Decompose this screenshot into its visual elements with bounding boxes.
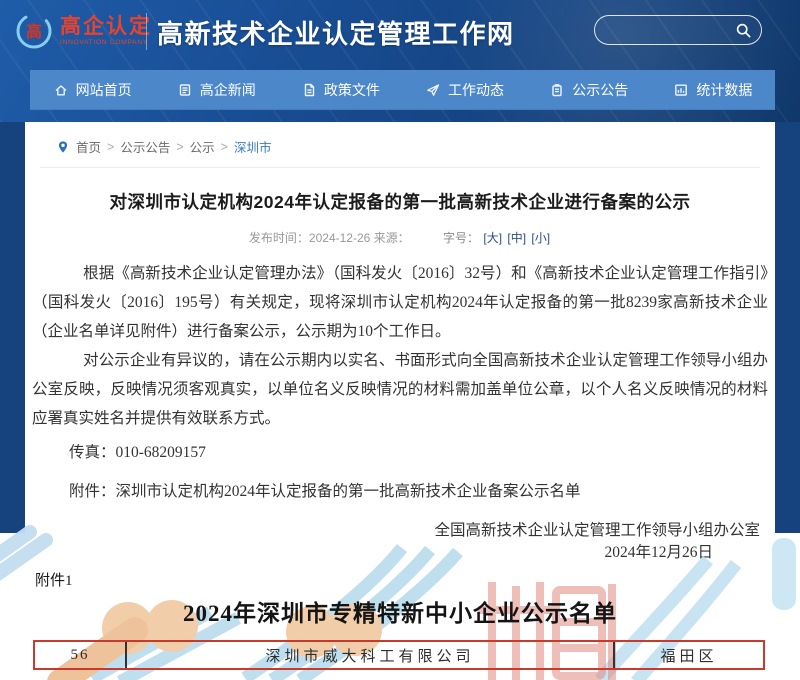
nav-item-label: 工作动态 <box>448 80 504 100</box>
nav-item-policy[interactable]: 政策文件 <box>301 80 380 100</box>
logo-subtext: INNOVATION COMPANY <box>60 39 152 46</box>
fontsize-label: 字号： <box>443 231 479 245</box>
attachment-title: 2024年深圳市专精特新中小企业公示名单 <box>25 594 775 628</box>
nav-item-updates[interactable]: 工作动态 <box>425 80 504 100</box>
row-number-cell: 56 <box>35 642 125 668</box>
breadcrumb-separator: > <box>176 140 183 154</box>
search-box <box>594 15 762 45</box>
content-panel: 首页 > 公示公告 > 公示 > 深圳市 对深圳市认定机构2024年认定报备的第… <box>25 122 775 680</box>
svg-text:高: 高 <box>26 22 42 41</box>
district-cell: 福田区 <box>615 642 763 668</box>
breadcrumb-current[interactable]: 深圳市 <box>234 137 272 156</box>
attachment-link-line[interactable]: 附件：深圳市认定机构2024年认定报备的第一批高新技术企业备案公示名单 <box>69 477 768 506</box>
page: { "brand": { "logo_text": "高企认定", "logo_… <box>0 0 800 680</box>
search-button[interactable] <box>735 22 761 39</box>
fontsize-small-button[interactable]: [小] <box>531 231 550 245</box>
nav-item-label: 公示公告 <box>572 80 628 100</box>
breadcrumb-home[interactable]: 首页 <box>76 137 101 156</box>
nav-item-label: 网站首页 <box>76 80 132 100</box>
logo-swirl-icon: 高 <box>12 9 56 53</box>
source-label: 来源： <box>374 231 410 245</box>
home-icon <box>53 82 69 98</box>
bar-chart-icon <box>673 82 689 98</box>
fontsize-large-button[interactable]: [大] <box>483 231 502 245</box>
site-title: 高新技术企业认定管理工作网 <box>157 14 515 51</box>
article-paragraph: 根据《高新技术企业认定管理办法》（国科发火〔2016〕32号）和《高新技术企业认… <box>32 259 768 346</box>
fontsize-medium-button[interactable]: [中] <box>507 231 526 245</box>
logo-text: 高企认定 <box>60 16 152 38</box>
paper-plane-icon <box>425 82 441 98</box>
attachment-preview: 附件1 2024年深圳市专精特新中小企业公示名单 56 深圳市威大科工有限公司 … <box>25 555 775 680</box>
company-name-cell: 深圳市威大科工有限公司 <box>125 642 615 668</box>
article-title: 对深圳市认定机构2024年认定报备的第一批高新技术企业进行备案的公示 <box>25 189 775 214</box>
location-pin-icon <box>56 140 70 154</box>
attachment-label: 附件1 <box>35 569 73 590</box>
news-icon <box>177 82 193 98</box>
nav-item-news[interactable]: 高企新闻 <box>177 80 256 100</box>
fax-line: 传真：010-68209157 <box>69 438 768 467</box>
nav-item-announcements[interactable]: 公示公告 <box>549 80 628 100</box>
nav-item-label: 政策文件 <box>324 80 380 100</box>
search-icon <box>735 22 752 39</box>
article-paragraph: 对公示企业有异议的，请在公示期内以实名、书面形式向全国高新技术企业认定管理工作领… <box>32 346 768 433</box>
nav-item-label: 高企新闻 <box>200 80 256 100</box>
header-divider <box>146 13 147 50</box>
signature-office: 全国高新技术企业认定管理工作领导小组办公室 <box>25 518 775 540</box>
breadcrumb-separator: > <box>107 140 114 154</box>
breadcrumb-announcements[interactable]: 公示公告 <box>120 137 170 156</box>
article-meta: 发布时间：2024-12-26 来源： 字号： [大] [中] [小] <box>25 229 775 246</box>
breadcrumb: 首页 > 公示公告 > 公示 > 深圳市 <box>40 122 760 168</box>
nav-item-home[interactable]: 网站首页 <box>53 80 132 100</box>
nav-item-statistics[interactable]: 统计数据 <box>673 80 752 100</box>
search-input[interactable] <box>595 23 735 38</box>
site-logo[interactable]: 高 高企认定 INNOVATION COMPANY <box>12 9 152 53</box>
clipboard-icon <box>549 82 565 98</box>
article-body: 根据《高新技术企业认定管理办法》（国科发火〔2016〕32号）和《高新技术企业认… <box>32 259 768 506</box>
main-nav: 网站首页 高企新闻 政策文件 工作动态 公示公告 统计数据 <box>30 70 775 110</box>
breadcrumb-separator: > <box>221 140 228 154</box>
breadcrumb-publicity[interactable]: 公示 <box>190 137 215 156</box>
publish-time: 发布时间：2024-12-26 <box>249 231 370 245</box>
highlighted-table-row: 56 深圳市威大科工有限公司 福田区 <box>33 640 765 670</box>
nav-item-label: 统计数据 <box>696 80 752 100</box>
policy-document-icon <box>301 82 317 98</box>
